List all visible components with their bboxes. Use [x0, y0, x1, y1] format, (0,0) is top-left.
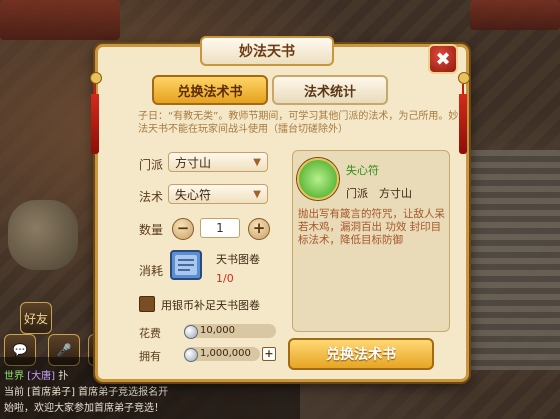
spell-select[interactable]: 失心符 ▼ — [168, 184, 268, 204]
spell-value: 失心符 — [175, 187, 212, 202]
add-silver-button[interactable]: + — [262, 347, 276, 361]
exchange-book-button[interactable]: 兑换法术书 — [288, 338, 434, 370]
chevron-down-icon: ▼ — [253, 188, 261, 200]
cost-item-name: 天书图卷 — [216, 253, 260, 266]
chat-line: 当前 [首席弟子] 首席弟子竞选报名开 — [4, 387, 169, 398]
use-silver-label: 用银币补足天书图卷 — [161, 299, 260, 312]
cost-label: 消耗 — [139, 264, 164, 278]
increase-button[interactable]: + — [248, 218, 270, 240]
chat-sender[interactable]: [大唐] — [27, 371, 55, 382]
use-silver-checkbox[interactable] — [139, 296, 155, 312]
quantity-label: 数量 — [139, 223, 164, 237]
fee-label: 花费 — [139, 327, 161, 340]
scroll-book-icon — [170, 250, 202, 280]
school-label: 门派 — [139, 158, 164, 172]
decrease-button[interactable]: − — [172, 218, 194, 240]
spell-name: 失心符 — [346, 164, 379, 177]
school-value: 方寸山 — [175, 155, 212, 170]
chat-line: 始啦，欢迎大家参加首席弟子竞选！ — [4, 403, 164, 414]
tab-spell-stats[interactable]: 法术统计 — [272, 75, 388, 105]
chevron-down-icon: ▼ — [253, 156, 261, 168]
tassel-decoration — [90, 72, 102, 156]
tab-exchange-book[interactable]: 兑换法术书 — [152, 75, 268, 105]
chat-line: 世界 [大唐] 扑 — [4, 367, 68, 382]
close-button[interactable]: ✖ — [428, 44, 458, 74]
friends-button[interactable]: 好友 — [20, 302, 52, 334]
silver-coin-icon — [184, 325, 198, 339]
quantity-input[interactable]: 1 — [200, 218, 240, 238]
dialog-title: 妙法天书 — [200, 36, 334, 66]
spell-description: 抛出写有箴言的符咒，让敌人呆若木鸡，漏洞百出 功效 封印目标法术，降低目标防御 — [298, 208, 445, 246]
chat-channel: 世界 — [4, 371, 24, 382]
tassel-decoration — [458, 72, 470, 156]
silver-coin-icon — [184, 348, 198, 362]
palace-roof — [470, 0, 560, 30]
owned-label: 拥有 — [139, 350, 161, 363]
spell-school: 门派 方寸山 — [346, 187, 412, 200]
cost-item-count: 1/0 — [216, 272, 234, 285]
palace-roof — [0, 0, 120, 40]
chat-text: 扑 — [58, 371, 69, 382]
stone-lion — [8, 200, 78, 270]
school-select[interactable]: 方寸山 ▼ — [168, 152, 268, 172]
dialog-description: 子日：“有教无类”。教师节期间，可学习其他门派的法术，为己所用。妙法天书不能在玩… — [138, 111, 459, 135]
spell-label: 法术 — [139, 190, 164, 204]
spell-frog-icon — [297, 158, 339, 200]
